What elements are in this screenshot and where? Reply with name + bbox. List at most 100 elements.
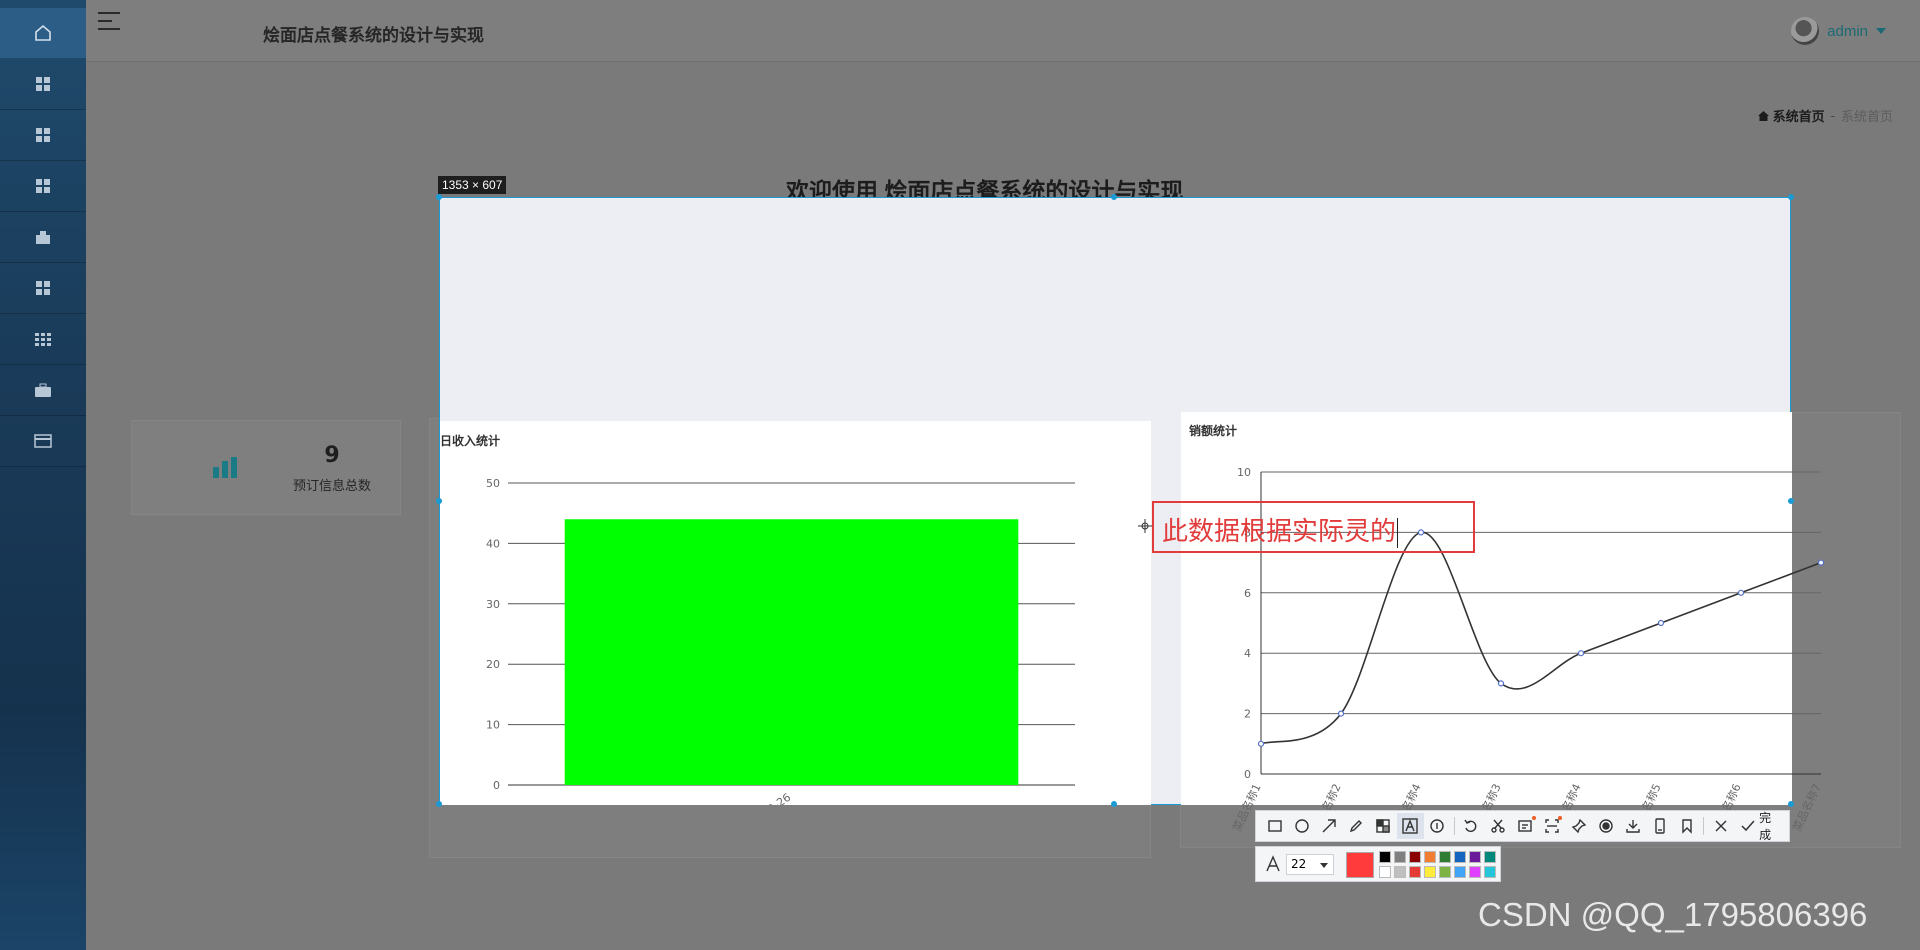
color-swatch[interactable] — [1409, 866, 1421, 878]
color-swatch[interactable] — [1439, 866, 1451, 878]
home-icon — [1757, 110, 1769, 121]
sidebar — [0, 0, 86, 950]
color-swatch[interactable] — [1409, 851, 1421, 863]
sidebar-item-2[interactable] — [0, 110, 86, 161]
color-swatch[interactable] — [1484, 866, 1496, 878]
color-swatch[interactable] — [1394, 851, 1406, 863]
y-tick-label: 4 — [1244, 647, 1251, 660]
ocr-button[interactable] — [1512, 813, 1539, 839]
grid-icon — [36, 128, 50, 142]
sidebar-item-8[interactable] — [0, 416, 86, 467]
resize-handle[interactable] — [1788, 801, 1794, 807]
resize-handle[interactable] — [1111, 801, 1117, 807]
table-icon — [35, 333, 51, 346]
check-icon — [1741, 820, 1755, 832]
y-tick-label: 0 — [1244, 768, 1251, 781]
rectangle-tool[interactable] — [1262, 813, 1289, 839]
crosshair-cursor-icon — [1138, 519, 1152, 533]
pencil-tool[interactable] — [1343, 813, 1370, 839]
y-tick-label: 0 — [493, 779, 500, 792]
sidebar-item-5[interactable] — [0, 263, 86, 314]
font-size-value: 22 — [1291, 857, 1307, 871]
resize-handle[interactable] — [1788, 498, 1794, 504]
sidebar-item-3[interactable] — [0, 161, 86, 212]
record-icon — [1599, 819, 1613, 833]
menu-toggle-icon[interactable] — [98, 10, 122, 32]
number-icon — [1430, 819, 1444, 833]
color-swatch[interactable] — [1469, 866, 1481, 878]
color-swatch[interactable] — [1439, 851, 1451, 863]
user-menu[interactable]: admin — [1791, 17, 1886, 45]
mosaic-tool[interactable] — [1370, 813, 1397, 839]
color-swatch[interactable] — [1424, 851, 1436, 863]
breadcrumb-current: 系统首页 — [1840, 109, 1893, 124]
x-tick-label: 2024-02-26 — [733, 791, 793, 805]
sidebar-item-7[interactable] — [0, 365, 86, 416]
text-icon — [1402, 818, 1418, 834]
sidebar-item-home[interactable] — [0, 8, 86, 59]
bookmark-button[interactable] — [1673, 813, 1700, 839]
done-label: 完成 — [1759, 811, 1772, 842]
card-icon — [34, 434, 52, 448]
font-icon — [1266, 855, 1280, 872]
resize-handle[interactable] — [1111, 194, 1117, 200]
y-tick-label: 2 — [1244, 708, 1251, 721]
new-badge — [1558, 816, 1563, 820]
color-swatch[interactable] — [1379, 866, 1391, 878]
text-annotation-box[interactable]: 此数据根据实际灵的 — [1152, 501, 1475, 553]
breadcrumb-home-label: 系统首页 — [1772, 109, 1825, 124]
color-swatch[interactable] — [1424, 866, 1436, 878]
resize-handle[interactable] — [1788, 194, 1794, 200]
record-button[interactable] — [1592, 813, 1619, 839]
download-button[interactable] — [1619, 813, 1646, 839]
pencil-icon — [1350, 820, 1363, 833]
color-swatch[interactable] — [1484, 851, 1496, 863]
screenshot-toolbar: 完成 — [1255, 810, 1790, 842]
data-point — [1657, 619, 1665, 627]
capture-region[interactable]: 日收入统计 010203040502024-02-26 销额统计 0246810… — [439, 197, 1825, 833]
resize-handle[interactable] — [436, 498, 442, 504]
undo-button[interactable] — [1458, 813, 1485, 839]
rectangle-icon — [1268, 820, 1283, 832]
color-swatch[interactable] — [1379, 851, 1391, 863]
resize-handle[interactable] — [436, 194, 442, 200]
arrow-icon — [1322, 819, 1337, 833]
color-swatch[interactable] — [1454, 866, 1466, 878]
y-tick-label: 10 — [1237, 466, 1251, 479]
scan-button[interactable] — [1539, 813, 1566, 839]
mosaic-icon — [1376, 819, 1390, 833]
annotation-text: 此数据根据实际灵的 — [1162, 517, 1397, 547]
number-tool[interactable] — [1424, 813, 1451, 839]
ellipse-tool[interactable] — [1289, 813, 1316, 839]
color-swatch[interactable] — [1454, 851, 1466, 863]
color-swatch[interactable] — [1394, 866, 1406, 878]
stat-card-bookings: 9 预订信息总数 — [131, 420, 401, 515]
done-button[interactable]: 完成 — [1734, 809, 1789, 843]
pin-button[interactable] — [1565, 813, 1592, 839]
y-tick-label: 30 — [486, 598, 500, 611]
text-tool[interactable] — [1396, 813, 1424, 839]
y-tick-label: 10 — [486, 719, 500, 732]
color-swatch[interactable] — [1469, 851, 1481, 863]
grid-icon — [36, 77, 50, 91]
briefcase-icon — [35, 383, 51, 397]
bookmark-icon — [1682, 819, 1692, 834]
top-header: 烩面店点餐系统的设计与实现 admin — [86, 0, 1920, 62]
text-annotation[interactable]: 此数据根据实际灵的 — [1162, 511, 1399, 548]
sidebar-item-1[interactable] — [0, 59, 86, 110]
data-point — [1737, 589, 1745, 596]
sidebar-item-6[interactable] — [0, 314, 86, 365]
y-tick-label: 40 — [486, 537, 500, 550]
current-color-swatch[interactable] — [1346, 852, 1374, 878]
pin-icon — [1571, 818, 1587, 834]
long-screenshot-button[interactable] — [1646, 813, 1673, 839]
scan-icon — [1545, 819, 1559, 833]
font-size-select[interactable]: 22 — [1286, 854, 1334, 875]
breadcrumb-home[interactable]: 系统首页 — [1757, 106, 1825, 125]
sidebar-item-4[interactable] — [0, 212, 86, 263]
arrow-tool[interactable] — [1316, 813, 1343, 839]
cancel-button[interactable] — [1707, 813, 1734, 839]
breadcrumb-separator: - — [1830, 108, 1835, 123]
crop-button[interactable] — [1485, 813, 1512, 839]
resize-handle[interactable] — [436, 801, 442, 807]
